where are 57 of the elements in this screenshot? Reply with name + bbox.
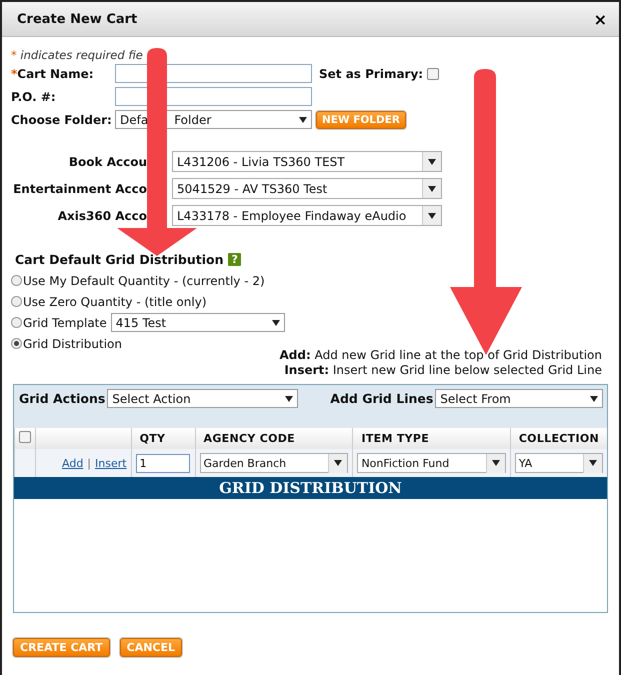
caret-icon <box>334 460 342 466</box>
radio-button[interactable] <box>11 275 22 286</box>
field-label: Choose Folder: <box>11 112 111 126</box>
separator: | <box>87 456 92 470</box>
action-select[interactable]: Select Action <box>107 389 298 408</box>
help-button[interactable]: ? <box>228 253 241 266</box>
template-select[interactable]: 415 Test <box>110 313 285 332</box>
checkbox[interactable] <box>427 68 440 80</box>
caret-icon <box>428 212 436 218</box>
field-label: *Cart Name: <box>11 66 95 80</box>
insert-link[interactable]: Insert <box>95 456 127 470</box>
caret-icon <box>284 396 293 402</box>
option-label: Use My Default Quantity - (currently - 2) <box>23 274 265 288</box>
caret-icon <box>492 460 500 466</box>
folder-select[interactable]: Defa Folder <box>115 110 312 129</box>
field-label: Axis360 Acco <box>56 208 147 222</box>
radio-button[interactable] <box>11 338 22 349</box>
field-label: Grid Actions <box>19 391 106 406</box>
quantity-field[interactable]: 1 <box>136 454 190 472</box>
account-select[interactable]: L433178 - Employee Findaway eAudio <box>172 205 442 226</box>
field-label: Book Accou <box>68 154 147 168</box>
account-select[interactable]: 5041529 - AV TS360 Test <box>172 178 442 199</box>
column-header: ITEM TYPE <box>361 432 430 445</box>
dropdown[interactable]: YA <box>514 453 603 473</box>
caret-icon <box>272 320 280 326</box>
option-label: Grid Distribution <box>23 336 122 350</box>
radio-button[interactable] <box>11 296 22 307</box>
hint-text: Add: Add new Grid line at the top of Grid Distribution <box>280 348 602 363</box>
account-select[interactable]: L431206 - Livia TS360 TEST <box>172 151 442 172</box>
column-header: QTY <box>140 432 166 445</box>
dropdown[interactable]: NonFiction Fund <box>357 453 506 473</box>
input-field[interactable] <box>115 87 312 106</box>
input-field[interactable] <box>115 64 312 83</box>
caret-icon <box>299 116 307 122</box>
dropdown[interactable]: Garden Branch <box>200 453 348 473</box>
option-label: Use Zero Quantity - (title only) <box>23 294 206 308</box>
radio-button[interactable] <box>11 317 22 328</box>
column-header: AGENCY CODE <box>204 432 295 445</box>
section-title: Cart Default Grid Distribution <box>15 252 224 267</box>
field-label: Entertainment Acco <box>12 182 147 196</box>
required-note: * indicates required fie <box>11 48 144 62</box>
close-button[interactable]: × <box>594 10 607 28</box>
caret-icon <box>590 396 598 402</box>
checkbox[interactable] <box>19 431 31 443</box>
window-title: Create New Cart <box>17 12 138 26</box>
caret-icon <box>428 158 436 164</box>
caret-icon <box>428 186 436 192</box>
field-label: Add Grid Lines <box>330 391 434 406</box>
caret-icon <box>589 460 597 466</box>
grid-banner: GRID DISTRIBUTION <box>14 477 607 499</box>
hint-text: Insert: Insert new Grid line below selected Grid Line <box>284 363 602 378</box>
column-header: COLLECTION <box>518 432 599 445</box>
grid-lines-select[interactable]: Select From <box>435 389 603 408</box>
field-label: Set as Primary: <box>319 66 424 80</box>
add-link[interactable]: Add <box>62 456 84 470</box>
option-label: Grid Template <box>23 316 107 330</box>
field-label: P.O. #: <box>11 90 57 104</box>
